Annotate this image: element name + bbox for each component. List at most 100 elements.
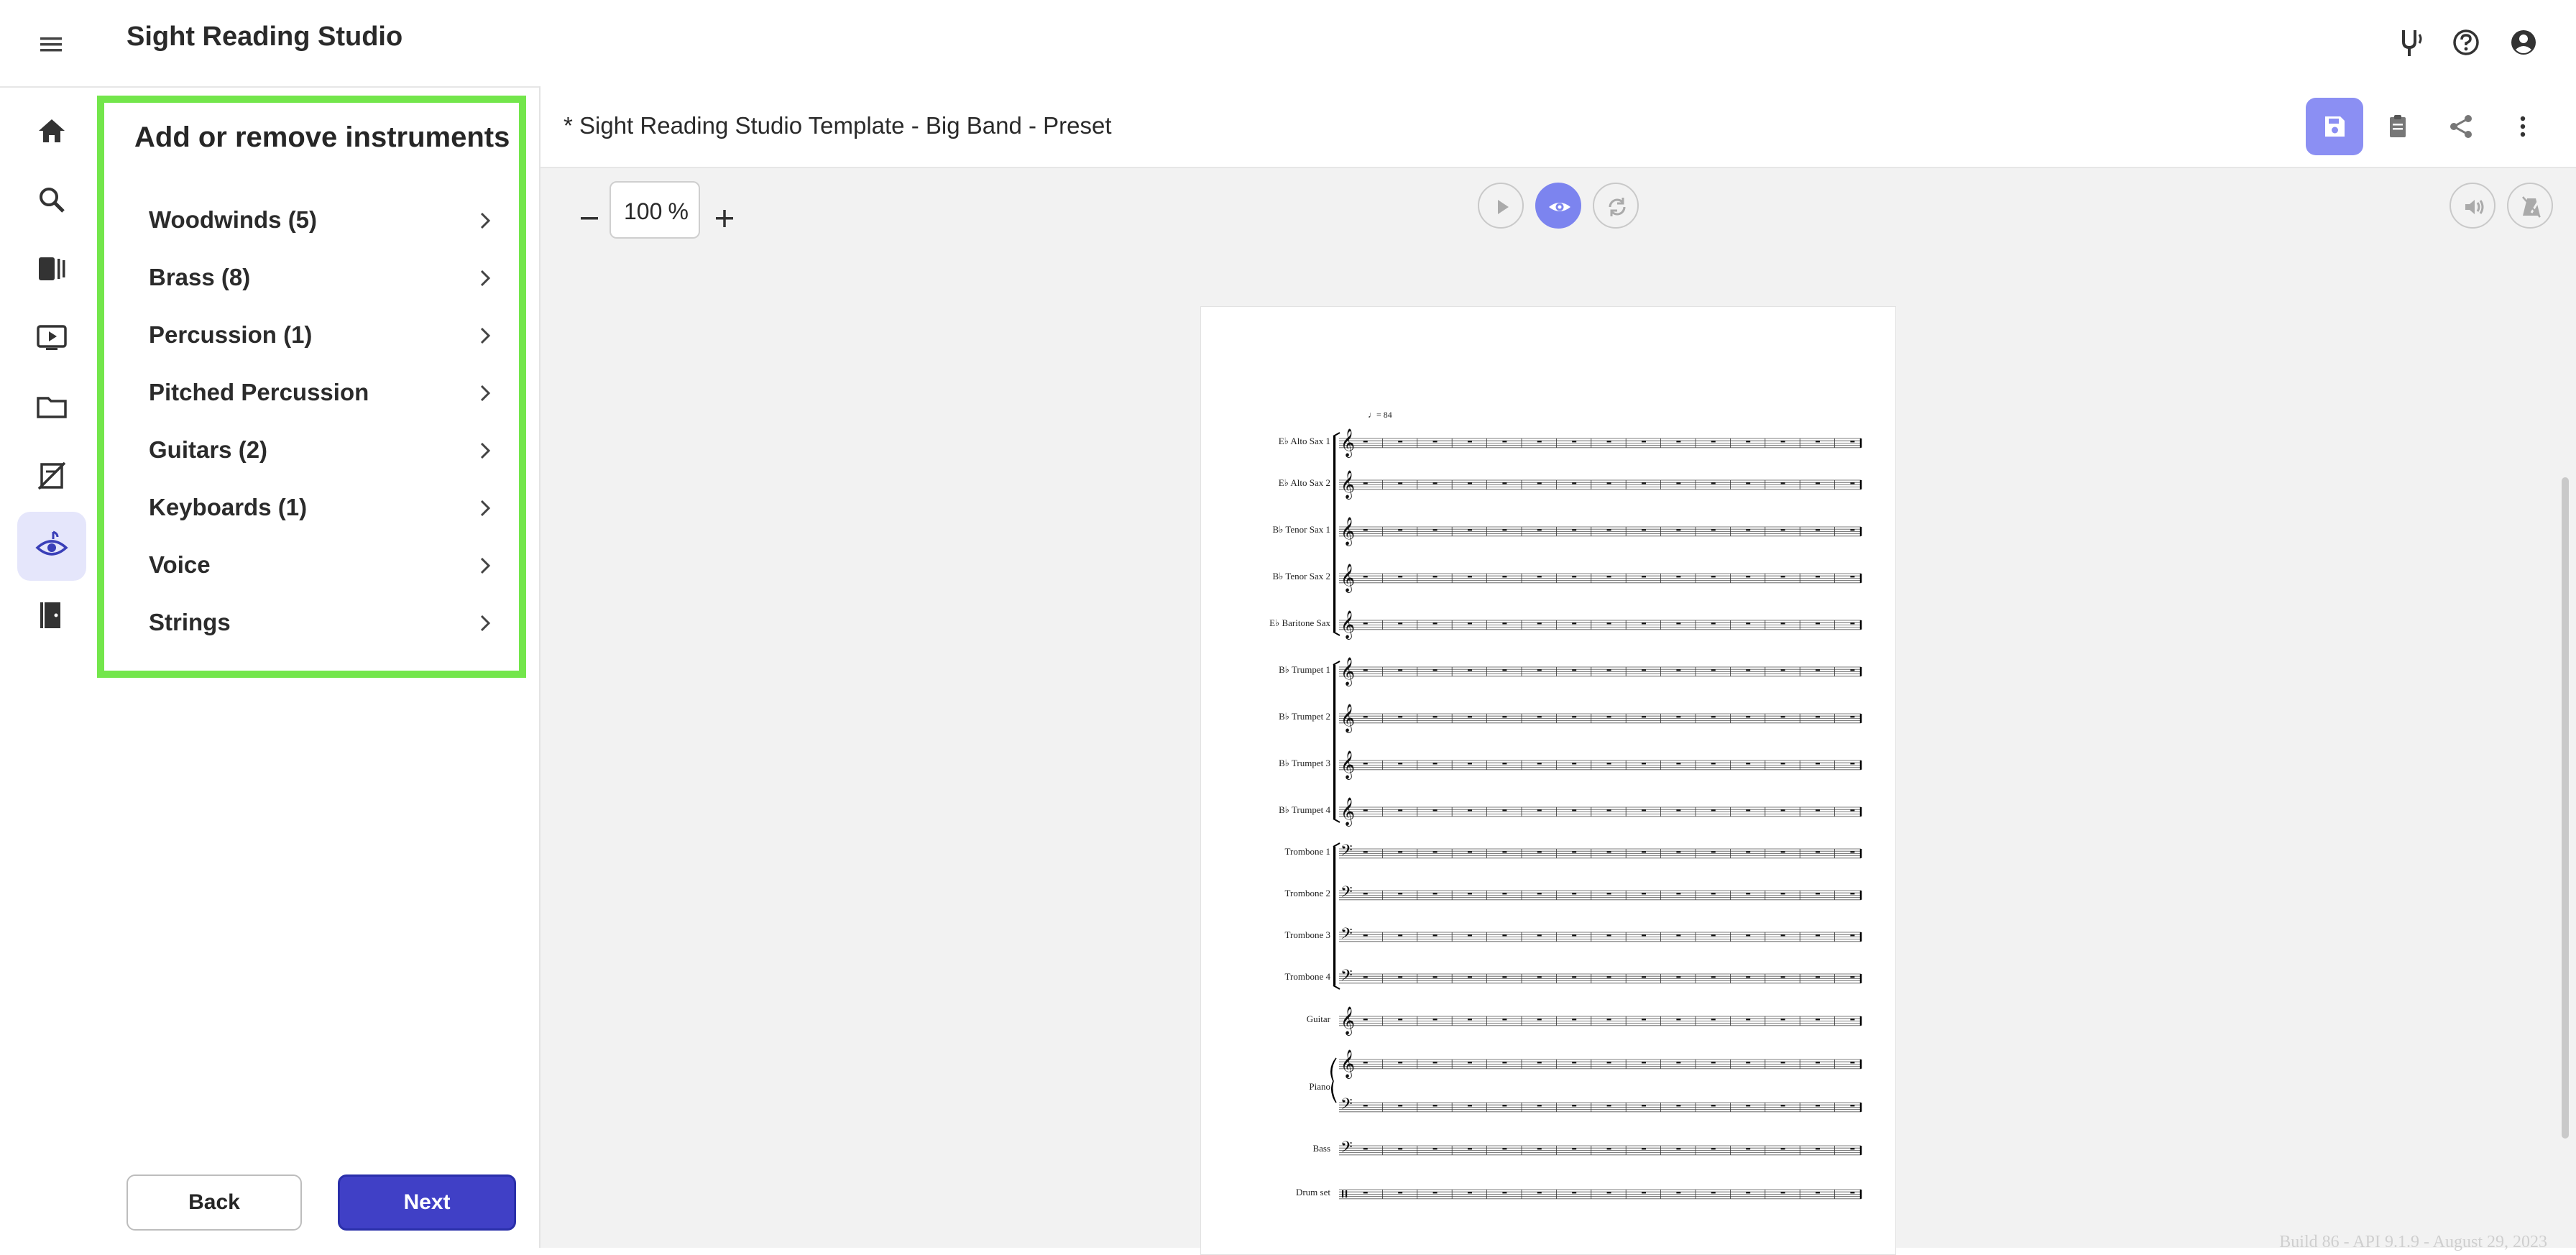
instrument-name: Bass	[1312, 1143, 1330, 1154]
panel-title: Add or remove instruments	[134, 121, 510, 153]
category-label: Voice	[149, 551, 211, 578]
category-label: Keyboards (1)	[149, 494, 308, 520]
library-icon[interactable]	[17, 234, 86, 303]
save-button[interactable]	[2306, 98, 2363, 155]
instrument-category-keyboards[interactable]: Keyboards (1)	[149, 485, 494, 531]
eye-icon	[1549, 203, 1570, 211]
zoom-out-button[interactable]	[575, 204, 604, 233]
instrument-category-brass[interactable]: Brass (8)	[149, 255, 494, 301]
tempo-marking: ♩= 84	[1368, 410, 1392, 420]
instrument-panel: Add or remove instruments Woodwinds (5) …	[97, 96, 526, 678]
metronome-button[interactable]	[2507, 183, 2553, 229]
instrument-name: B♭ Trumpet 2	[1279, 711, 1330, 722]
chevron-right-icon	[480, 327, 491, 344]
zoom-unit: %	[668, 198, 689, 224]
app-title: Sight Reading Studio	[126, 22, 403, 52]
play-button[interactable]	[1478, 183, 1524, 229]
category-label: Guitars (2)	[149, 436, 268, 463]
instrument-name: Trombone 4	[1285, 971, 1331, 982]
zoom-input[interactable]: 100 %	[610, 181, 700, 239]
back-button[interactable]: Back	[126, 1174, 302, 1231]
category-label: Brass (8)	[149, 264, 251, 290]
instrument-category-guitars[interactable]: Guitars (2)	[149, 428, 494, 474]
svg-text:𝄢: 𝄢	[1340, 925, 1353, 947]
chevron-right-icon	[480, 385, 491, 402]
piano-brace	[1330, 1057, 1337, 1103]
category-label: Woodwinds (5)	[149, 206, 318, 233]
instrument-category-woodwinds[interactable]: Woodwinds (5)	[149, 198, 494, 244]
help-icon[interactable]	[2447, 23, 2485, 62]
svg-text:𝄞: 𝄞	[1340, 470, 1355, 500]
instrument-name: E♭ Alto Sax 2	[1279, 477, 1330, 488]
instrument-name: E♭ Baritone Sax	[1269, 617, 1330, 628]
group-bracket	[1333, 665, 1336, 819]
svg-text:𝄞: 𝄞	[1340, 704, 1355, 733]
next-button[interactable]: Next	[338, 1174, 516, 1231]
svg-text:𝄞: 𝄞	[1340, 657, 1355, 686]
share-icon	[2450, 115, 2472, 138]
instrument-category-pitched-percussion[interactable]: Pitched Percussion	[149, 370, 494, 416]
score-page: ♩= 84 𝄞 E♭ Alto Sax 1 𝄞 E♭ Alto Sax 2 𝄞 B♭ Ten…	[1200, 306, 1896, 1255]
instrument-name: B♭ Tenor Sax 1	[1273, 524, 1330, 535]
save-icon	[2325, 116, 2345, 137]
tuning-fork-icon[interactable]	[2391, 23, 2429, 62]
exit-icon[interactable]	[17, 581, 86, 650]
instrument-name: B♭ Trumpet 3	[1279, 758, 1330, 768]
view-toggle-button[interactable]	[1535, 183, 1581, 229]
volume-icon	[2465, 200, 2484, 214]
instrument-category-strings[interactable]: Strings	[149, 600, 494, 646]
instrument-name: B♭ Trumpet 1	[1279, 664, 1330, 675]
instrument-name: B♭ Tenor Sax 2	[1273, 571, 1330, 581]
assignment-icon[interactable]	[17, 441, 86, 510]
document-header: * Sight Reading Studio Template - Big Ba…	[540, 86, 2576, 168]
regenerate-button[interactable]	[1593, 183, 1639, 229]
metronome-icon	[2522, 196, 2542, 218]
svg-text:𝄞: 𝄞	[1340, 610, 1355, 640]
account-icon[interactable]	[2504, 23, 2543, 62]
category-label: Strings	[149, 609, 231, 635]
instrument-name: Drum set	[1296, 1187, 1330, 1197]
share-button[interactable]	[2432, 98, 2490, 155]
svg-text:𝄢: 𝄢	[1340, 842, 1353, 863]
svg-text:𝄢: 𝄢	[1340, 883, 1353, 905]
vertical-scrollbar[interactable]	[2562, 477, 2569, 1139]
chevron-right-icon	[480, 615, 491, 632]
instrument-name: Guitar	[1307, 1013, 1331, 1024]
search-icon[interactable]	[17, 165, 86, 234]
category-label: Pitched Percussion	[149, 379, 369, 405]
svg-text:𝄞: 𝄞	[1340, 517, 1355, 546]
instrument-category-percussion[interactable]: Percussion (1)	[149, 313, 494, 359]
score-notation: ♩= 84 𝄞 E♭ Alto Sax 1 𝄞 E♭ Alto Sax 2 𝄞 B♭ Ten…	[1269, 410, 1862, 1200]
home-icon[interactable]	[17, 96, 86, 165]
more-options-button[interactable]	[2494, 98, 2552, 155]
instrument-name: Trombone 1	[1285, 846, 1330, 857]
hamburger-menu-icon[interactable]	[33, 29, 69, 60]
refresh-icon	[1609, 198, 1626, 216]
group-bracket	[1333, 847, 1336, 985]
zoom-in-button[interactable]	[710, 204, 739, 233]
top-bar: Sight Reading Studio	[0, 0, 2576, 88]
volume-button[interactable]	[2450, 183, 2496, 229]
document-title: * Sight Reading Studio Template - Big Ba…	[564, 112, 1112, 139]
svg-text:𝄞: 𝄞	[1340, 1006, 1355, 1036]
svg-text:𝄢: 𝄢	[1340, 1095, 1353, 1117]
group-bracket	[1333, 436, 1336, 632]
build-info: Build 86 - API 9.1.9 - August 29, 2023	[2279, 1233, 2547, 1251]
svg-text:𝄢: 𝄢	[1340, 967, 1353, 988]
svg-text:𝄢: 𝄢	[1340, 1139, 1353, 1160]
instrument-name: Piano	[1309, 1081, 1330, 1092]
folder-icon[interactable]	[17, 372, 86, 441]
play-icon	[1498, 200, 1509, 214]
clipboard-icon	[2390, 115, 2406, 137]
zoom-value: 100	[624, 198, 663, 224]
svg-text:𝄞: 𝄞	[1340, 1049, 1355, 1079]
sight-reading-icon[interactable]	[17, 512, 86, 581]
instrument-name: Trombone 2	[1285, 888, 1330, 898]
video-icon[interactable]	[17, 303, 86, 372]
svg-text:𝄞: 𝄞	[1340, 428, 1355, 458]
clipboard-button[interactable]	[2369, 98, 2426, 155]
instrument-category-voice[interactable]: Voice	[149, 543, 494, 589]
svg-text:𝄞: 𝄞	[1340, 797, 1355, 827]
chevron-right-icon	[480, 442, 491, 459]
more-vert-icon	[2520, 116, 2526, 137]
